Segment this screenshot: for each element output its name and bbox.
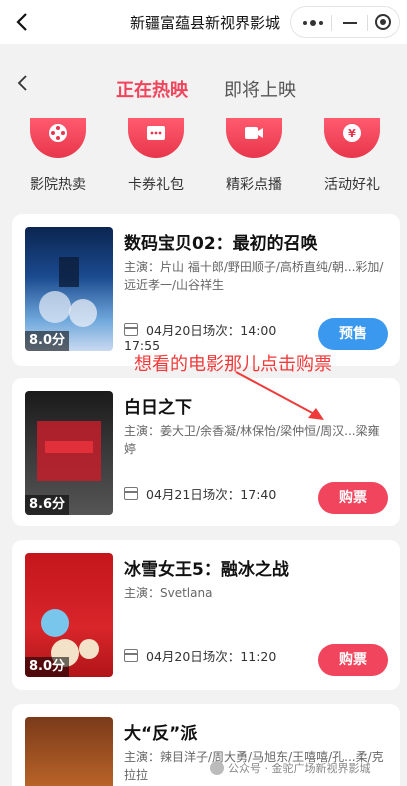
top-bar: 新疆富蕴县新视界影城 [0,0,407,44]
movie-title[interactable]: 冰雪女王5：融冰之战 [124,555,289,580]
category-events[interactable]: ¥ 活动好礼 [312,118,392,200]
more-icon[interactable] [303,20,323,26]
page-back-icon[interactable] [14,74,32,92]
back-arrow-icon[interactable] [12,11,34,33]
movie-poster[interactable] [25,717,113,786]
category-coupons[interactable]: 卡券礼包 [116,118,196,200]
minimize-icon[interactable] [343,22,357,24]
category-on-demand[interactable]: 精彩点播 [214,118,294,200]
tab-coming-soon[interactable]: 即将上映 [224,76,296,102]
yuan-coin-icon: ¥ [343,124,361,142]
buy-ticket-button[interactable]: 购票 [318,482,388,514]
category-hot-sale[interactable]: 影院热卖 [18,118,98,200]
wechat-icon [210,761,224,775]
close-target-icon[interactable] [375,14,391,30]
showtime: 04月21日场次：17:40 [124,484,276,503]
showtime: 04月20日场次：14:00 [124,320,276,339]
film-reel-icon [49,124,67,142]
movie-title[interactable]: 数码宝贝02：最初的召唤 [124,229,318,254]
watermark: 公众号 · 金驼广场新视界影城 [210,760,371,776]
menu-capsule [290,6,400,38]
calendar-icon [124,323,138,336]
movie-cast: 主演：片山 福十郎/野田顺子/高桥直纯/朝...彩加/远近孝一/山谷祥生 [124,260,384,292]
category-row: 影院热卖 卡券礼包 精彩点播 ¥ 活动好礼 [0,118,407,200]
buy-ticket-button[interactable]: 购票 [318,644,388,676]
svg-text:¥: ¥ [348,127,356,140]
movie-card[interactable]: 8.6分 白日之下 主演：姜大卫/余香凝/林保怡/梁仲恒/周汉...梁雍婷 04… [12,378,400,526]
calendar-icon [124,487,138,500]
movie-poster[interactable]: 8.6分 [25,391,113,515]
movie-card[interactable]: 8.0分 冰雪女王5：融冰之战 主演：Svetlana 04月20日场次：11:… [12,540,400,690]
movie-poster[interactable]: 8.0分 [25,227,113,351]
tab-now-showing[interactable]: 正在热映 [116,76,188,102]
tab-bar: 正在热映 即将上映 [0,44,407,124]
movie-title[interactable]: 大“反”派 [124,719,197,744]
showtime: 04月20日场次：11:20 [124,646,276,665]
movie-poster[interactable]: 8.0分 [25,553,113,677]
movie-card[interactable]: 8.0分 数码宝贝02：最初的召唤 主演：片山 福十郎/野田顺子/高桥直纯/朝.… [12,214,400,366]
annotation-arrow-icon [235,371,324,420]
movie-cast: 主演：Svetlana [124,586,213,600]
coupon-icon [147,126,165,140]
presale-button[interactable]: 预售 [318,318,388,350]
window-title: 新疆富蕴县新视界影城 [130,14,281,32]
movie-title[interactable]: 白日之下 [124,393,192,418]
video-play-icon [245,127,263,139]
calendar-icon [124,649,138,662]
